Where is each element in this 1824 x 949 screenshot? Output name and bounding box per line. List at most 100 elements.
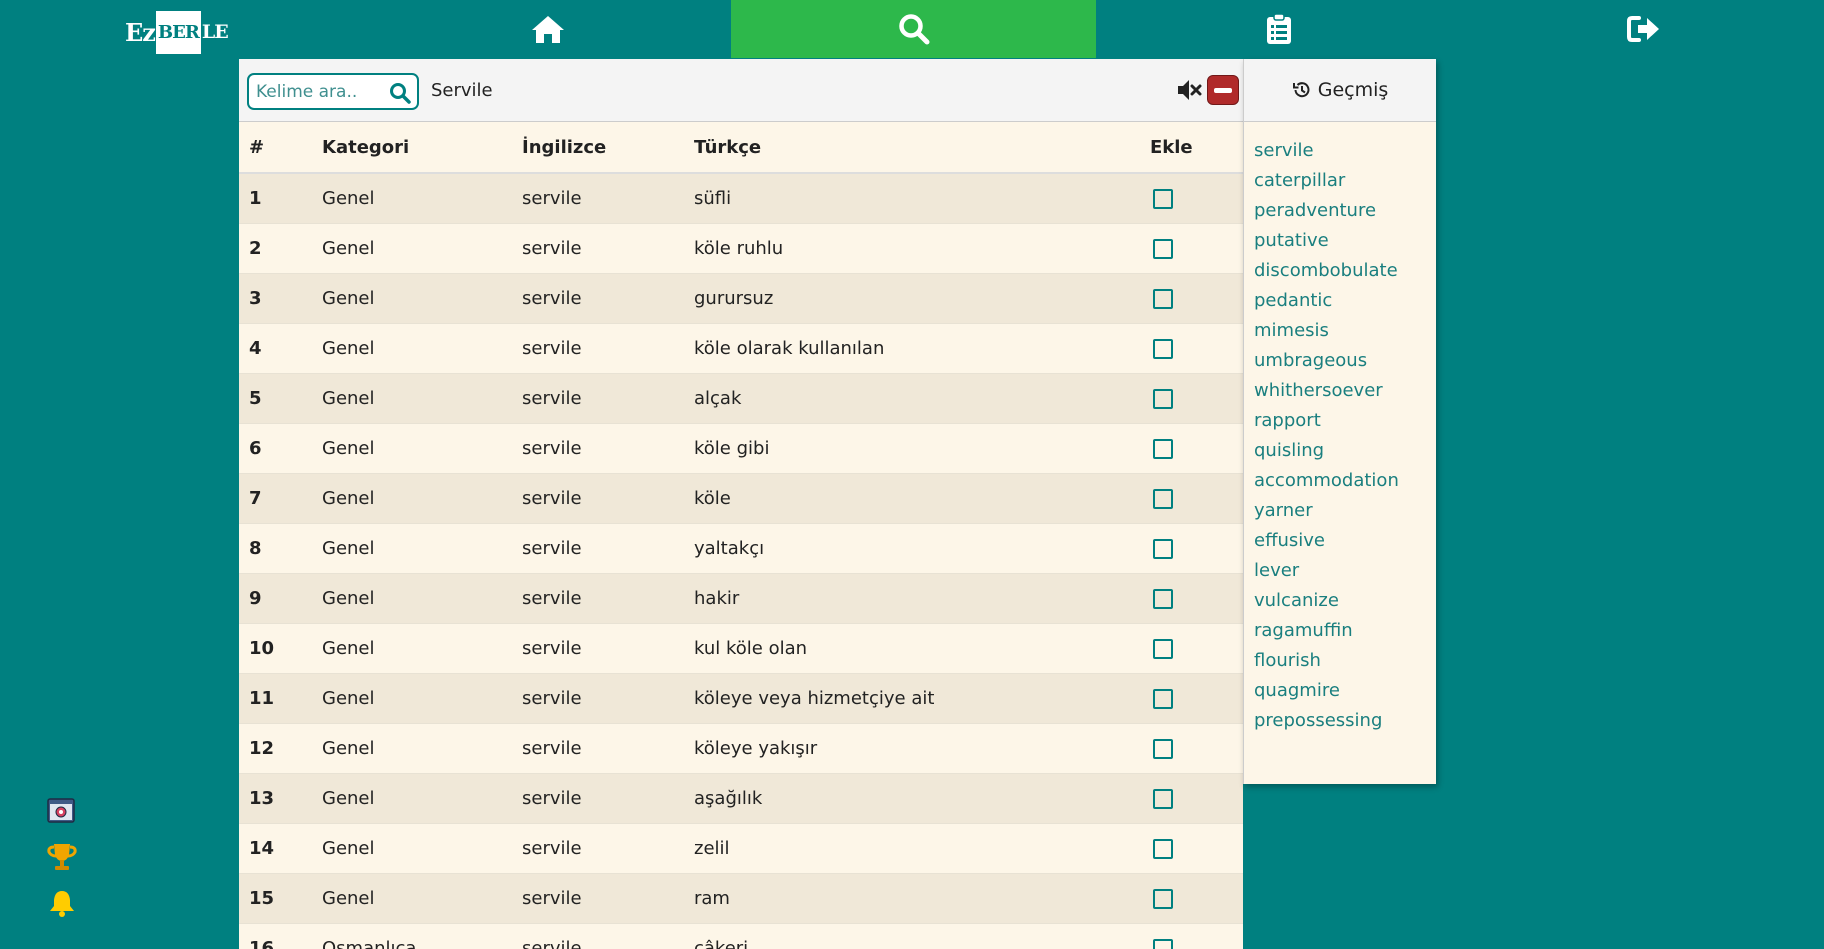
add-checkbox[interactable] (1153, 838, 1173, 859)
logo-part3: LE (201, 21, 229, 43)
row-add-cell (1140, 573, 1243, 623)
history-list: servile caterpillar peradventure putative di… (1244, 122, 1436, 736)
add-checkbox[interactable] (1153, 388, 1173, 409)
row-add-cell (1140, 373, 1243, 423)
history-item[interactable]: caterpillar (1254, 166, 1436, 196)
row-english: servile (522, 537, 582, 559)
history-item[interactable]: quisling (1254, 436, 1436, 466)
table-row: 5 Genel servile alçak (239, 373, 1243, 423)
row-english: servile (522, 787, 582, 809)
trophy-icon[interactable] (46, 841, 78, 877)
top-navbar: Ez BER LE (0, 0, 1824, 58)
search-bar: Servile (239, 59, 1243, 122)
add-checkbox[interactable] (1153, 538, 1173, 559)
history-item[interactable]: servile (1254, 136, 1436, 166)
settings-window-icon[interactable] (46, 795, 76, 829)
add-checkbox[interactable] (1153, 238, 1173, 259)
history-item[interactable]: umbrageous (1254, 346, 1436, 376)
remove-button[interactable] (1207, 75, 1239, 105)
history-item[interactable]: peradventure (1254, 196, 1436, 226)
row-num: 15 (249, 887, 275, 909)
row-num: 8 (249, 537, 262, 559)
row-turkish: gurursuz (694, 287, 774, 309)
table-row: 7 Genel servile köle (239, 473, 1243, 523)
add-checkbox[interactable] (1153, 738, 1173, 759)
add-checkbox[interactable] (1153, 888, 1173, 909)
add-checkbox[interactable] (1153, 338, 1173, 359)
history-item[interactable]: ragamuffin (1254, 616, 1436, 646)
history-item[interactable]: effusive (1254, 526, 1436, 556)
logo[interactable]: Ez BER LE (125, 10, 229, 54)
nav-logout-button[interactable] (1461, 0, 1824, 58)
row-turkish: yaltakçı (694, 537, 765, 559)
row-num: 7 (249, 487, 262, 509)
history-header[interactable]: Geçmiş (1244, 59, 1436, 122)
row-category: Genel (322, 387, 375, 409)
row-category: Genel (322, 837, 375, 859)
add-checkbox[interactable] (1153, 438, 1173, 459)
header-english: İngilizce (512, 123, 684, 174)
clipboard-icon (1266, 13, 1291, 44)
row-english: servile (522, 937, 582, 949)
add-checkbox[interactable] (1153, 288, 1173, 309)
search-icon[interactable] (389, 82, 411, 104)
nav-home-button[interactable] (365, 0, 730, 58)
table-row: 10 Genel servile kul köle olan (239, 623, 1243, 673)
search-box[interactable] (247, 73, 419, 110)
table-row: 11 Genel servile köleye veya hizmetçiye ait (239, 673, 1243, 723)
row-turkish: ram (694, 887, 730, 909)
row-category: Genel (322, 887, 375, 909)
row-category: Genel (322, 637, 375, 659)
row-turkish: köle (694, 487, 731, 509)
row-add-cell (1140, 873, 1243, 923)
add-checkbox[interactable] (1153, 938, 1173, 949)
history-item[interactable]: flourish (1254, 646, 1436, 676)
history-panel: Geçmiş servile caterpillar peradventure put… (1243, 59, 1436, 784)
history-item[interactable]: yarner (1254, 496, 1436, 526)
search-icon (898, 14, 929, 45)
history-item[interactable]: discombobulate (1254, 256, 1436, 286)
row-turkish: kul köle olan (694, 637, 808, 659)
nav-search-button[interactable] (731, 0, 1096, 58)
table-row: 16 Osmanlıca servile çâkeri (239, 923, 1243, 949)
add-checkbox[interactable] (1153, 188, 1173, 209)
row-english: servile (522, 237, 582, 259)
row-num: 3 (249, 287, 262, 309)
history-item[interactable]: pedantic (1254, 286, 1436, 316)
row-english: servile (522, 487, 582, 509)
add-checkbox[interactable] (1153, 638, 1173, 659)
nav-list-button[interactable] (1096, 0, 1461, 58)
row-turkish: çâkeri (694, 937, 749, 949)
mute-icon[interactable] (1176, 78, 1202, 102)
history-item[interactable]: vulcanize (1254, 586, 1436, 616)
add-checkbox[interactable] (1153, 588, 1173, 609)
row-turkish: köle gibi (694, 437, 770, 459)
add-checkbox[interactable] (1153, 788, 1173, 809)
history-item[interactable]: whithersoever (1254, 376, 1436, 406)
row-turkish: aşağılık (694, 787, 763, 809)
row-category: Genel (322, 737, 375, 759)
add-checkbox[interactable] (1153, 688, 1173, 709)
history-item[interactable]: quagmire (1254, 676, 1436, 706)
history-item[interactable]: lever (1254, 556, 1436, 586)
row-turkish: köleye veya hizmetçiye ait (694, 687, 935, 709)
row-category: Genel (322, 287, 375, 309)
row-category: Genel (322, 437, 375, 459)
search-input[interactable] (256, 79, 382, 105)
home-icon (531, 16, 564, 43)
bell-icon[interactable] (48, 888, 76, 922)
table-row: 9 Genel servile hakir (239, 573, 1243, 623)
row-category: Genel (322, 537, 375, 559)
add-checkbox[interactable] (1153, 488, 1173, 509)
row-turkish: hakir (694, 587, 740, 609)
history-item[interactable]: accommodation (1254, 466, 1436, 496)
minus-icon (1214, 88, 1232, 93)
history-item[interactable]: mimesis (1254, 316, 1436, 346)
row-english: servile (522, 287, 582, 309)
header-add: Ekle (1140, 123, 1243, 174)
history-item[interactable]: putative (1254, 226, 1436, 256)
table-header-row: # Kategori İngilizce Türkçe Ekle (239, 123, 1243, 174)
row-num: 2 (249, 237, 262, 259)
history-item[interactable]: rapport (1254, 406, 1436, 436)
history-item[interactable]: prepossessing (1254, 706, 1436, 736)
